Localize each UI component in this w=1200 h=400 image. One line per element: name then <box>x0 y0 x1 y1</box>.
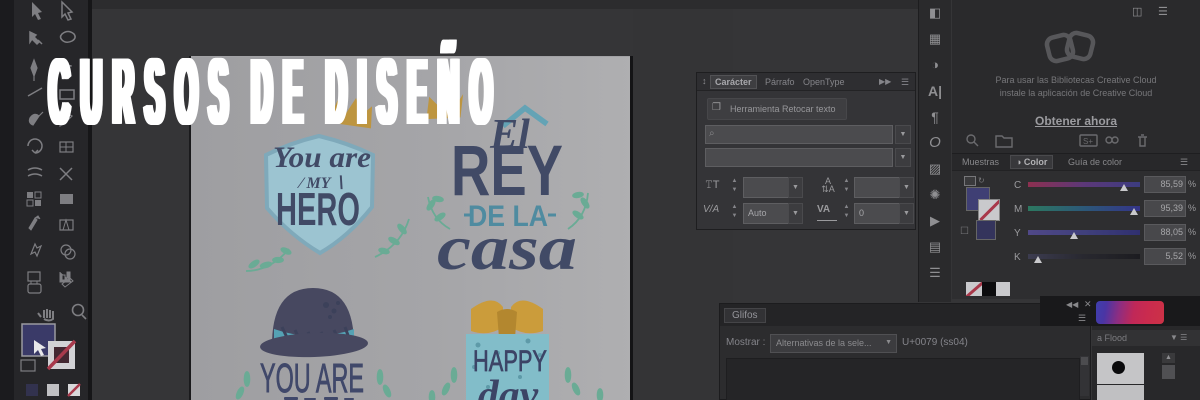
svg-text:HERO: HERO <box>276 183 360 235</box>
svg-text:S+: S+ <box>1083 137 1093 146</box>
svg-text:day: day <box>478 373 539 400</box>
svg-text:YOU ARE: YOU ARE <box>260 355 364 400</box>
svg-text:casa: casa <box>437 212 577 283</box>
